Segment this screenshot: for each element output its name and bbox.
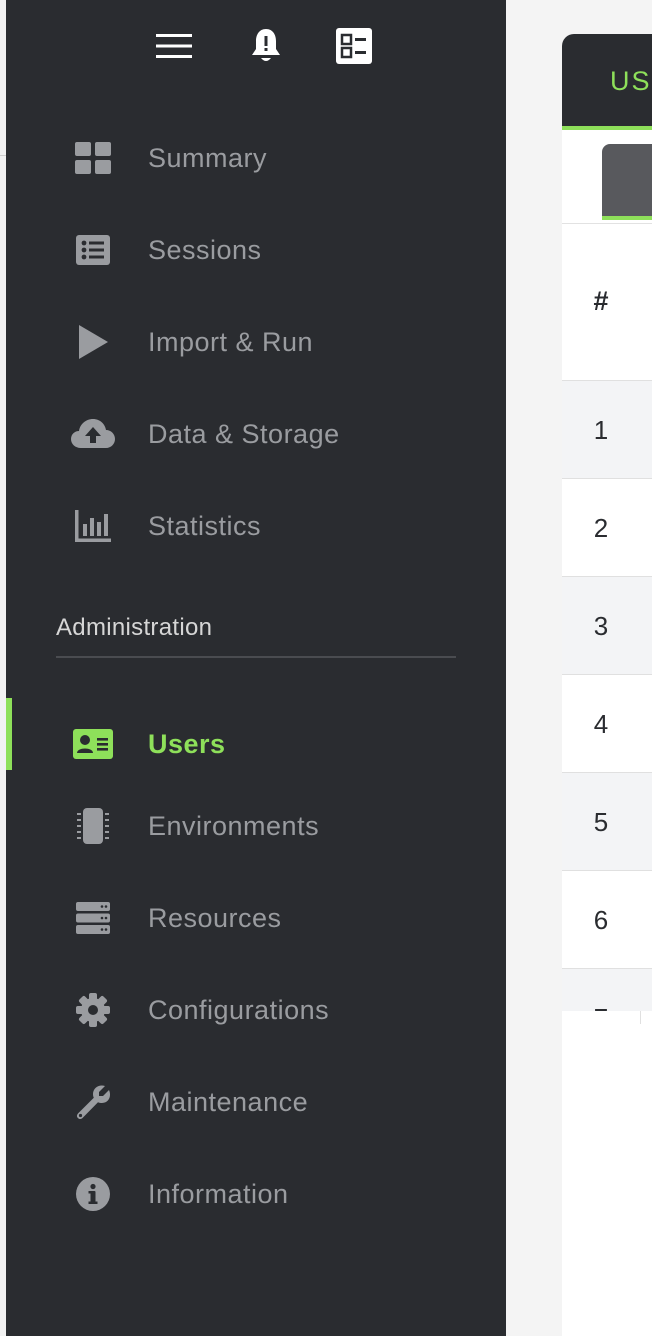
table-header: #	[562, 224, 652, 381]
sidebar-item-data-storage[interactable]: Data & Storage	[6, 388, 506, 480]
sidebar-item-label: Import & Run	[148, 326, 314, 357]
row-index: 1	[593, 415, 609, 445]
admin-section-title: Administration	[56, 614, 213, 641]
table-row[interactable]: 5	[562, 773, 652, 871]
play-icon	[70, 319, 116, 365]
dashboard-icon	[70, 135, 116, 181]
cloud-upload-icon	[70, 411, 116, 457]
checklist-icon[interactable]	[332, 26, 376, 66]
sidebar-item-label: Users	[148, 728, 226, 759]
card-title: US	[610, 66, 652, 96]
server-icon	[70, 895, 116, 941]
table-row[interactable]: 2	[562, 479, 652, 577]
column-header-index[interactable]: #	[562, 286, 640, 317]
sidebar-item-information[interactable]: Information	[6, 1148, 506, 1240]
sidebar-item-label: Maintenance	[148, 1086, 309, 1117]
sidebar-item-import-run[interactable]: Import & Run	[6, 296, 506, 388]
sidebar-item-label: Configurations	[148, 994, 330, 1025]
card-header: US	[562, 34, 652, 130]
sidebar-item-summary[interactable]: Summary	[6, 112, 506, 204]
sidebar-item-label: Data & Storage	[148, 418, 340, 449]
tab-button[interactable]	[602, 144, 652, 220]
table-row[interactable]: 1	[562, 381, 652, 479]
row-index: 7	[562, 1003, 640, 1011]
menu-icon[interactable]	[150, 26, 198, 66]
sidebar-item-label: Statistics	[148, 510, 262, 541]
table-row[interactable]: 6	[562, 871, 652, 969]
table-row[interactable]: 4	[562, 675, 652, 773]
bar-chart-icon	[70, 503, 116, 549]
sidebar-item-label: Resources	[148, 902, 282, 933]
users-card: US # 1 2 3 4 5 6 7	[562, 34, 652, 1336]
sidebar-item-users[interactable]: Users	[6, 698, 506, 790]
row-index: 4	[593, 709, 609, 739]
sidebar-item-label: Summary	[148, 142, 268, 173]
list-icon	[70, 227, 116, 273]
section-divider	[56, 656, 456, 658]
sidebar-item-sessions[interactable]: Sessions	[6, 204, 506, 296]
info-icon	[70, 1171, 116, 1217]
sidebar-item-environments[interactable]: Environments	[6, 780, 506, 872]
gear-icon	[70, 987, 116, 1033]
chip-icon	[70, 803, 116, 849]
sidebar-item-maintenance[interactable]: Maintenance	[6, 1056, 506, 1148]
sidebar: Summary Sessions Import & Run Data & Sto…	[6, 0, 506, 1336]
wrench-icon	[70, 1079, 116, 1125]
row-index: 5	[593, 807, 609, 837]
id-card-icon	[70, 721, 116, 767]
row-index: 6	[593, 905, 609, 935]
table-row[interactable]: 3	[562, 577, 652, 675]
sidebar-item-statistics[interactable]: Statistics	[6, 480, 506, 572]
sidebar-item-label: Sessions	[148, 234, 262, 265]
row-index: 2	[593, 513, 609, 543]
sidebar-item-configurations[interactable]: Configurations	[6, 964, 506, 1056]
table-row[interactable]: 7	[562, 969, 652, 1011]
sidebar-item-label: Environments	[148, 810, 320, 841]
sidebar-toolbar	[150, 26, 372, 66]
bell-icon[interactable]	[244, 26, 288, 66]
sidebar-item-resources[interactable]: Resources	[6, 872, 506, 964]
row-index: 3	[593, 611, 609, 641]
card-tabs	[562, 130, 652, 224]
sidebar-item-label: Information	[148, 1178, 289, 1209]
